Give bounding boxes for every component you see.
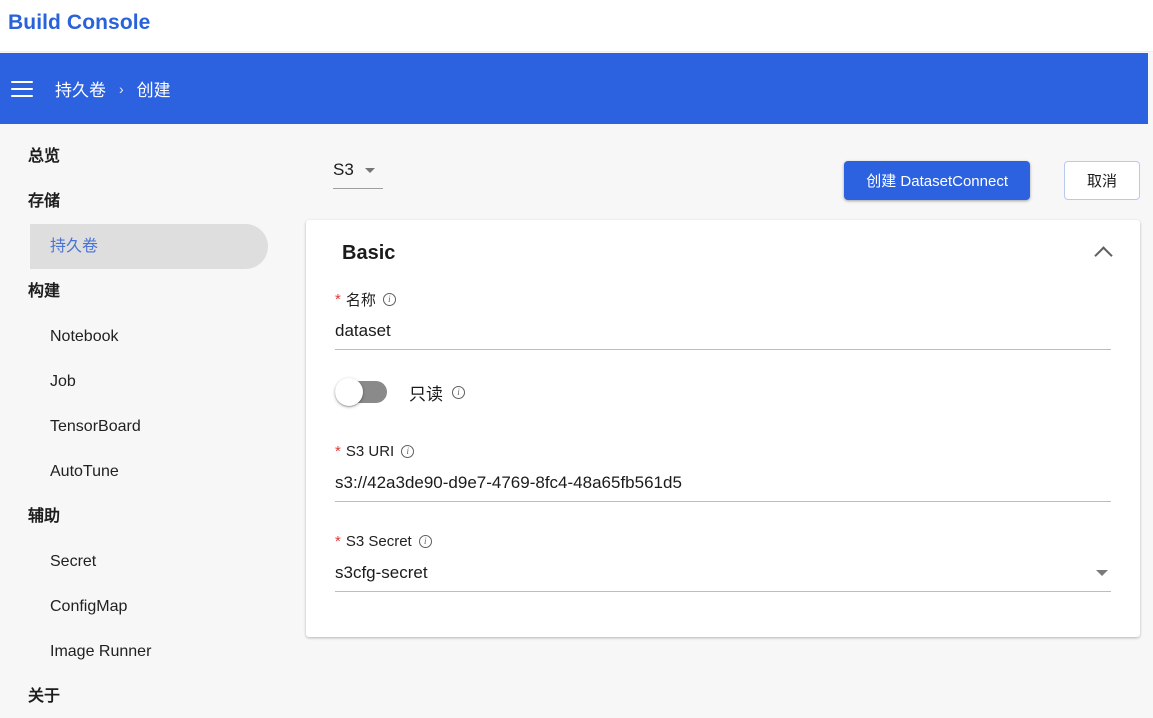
cancel-button[interactable]: 取消 — [1063, 161, 1140, 200]
sidebar-item-tensorboard[interactable]: TensorBoard — [0, 404, 290, 449]
readonly-label: 只读 i — [409, 380, 465, 405]
s3-uri-input-value: s3://42a3de90-d9e7-4769-8fc4-48a65fb561d… — [335, 472, 682, 492]
sidebar-item-persistent-volume[interactable]: 持久卷 — [30, 224, 268, 269]
card-title: Basic — [342, 241, 396, 264]
sidebar-group-about[interactable]: 关于 — [0, 674, 290, 718]
card-body: * 名称 i dataset 只读 i * S3 URI i s3://42a3… — [306, 286, 1140, 592]
sidebar-item-job[interactable]: Job — [0, 359, 290, 404]
sidebar-item-autotune[interactable]: AutoTune — [0, 449, 290, 494]
hamburger-line — [11, 94, 33, 97]
required-marker: * — [335, 442, 341, 460]
name-input-value: dataset — [335, 320, 391, 340]
s3-uri-input[interactable]: s3://42a3de90-d9e7-4769-8fc4-48a65fb561d… — [335, 464, 1111, 502]
top-navigation-bar: 持久卷 › 创建 — [0, 53, 1148, 124]
caret-down-icon — [364, 167, 375, 173]
field-s3-secret-label-text: S3 Secret — [345, 532, 412, 550]
field-s3-uri: * S3 URI i s3://42a3de90-d9e7-4769-8fc4-… — [335, 438, 1111, 502]
field-name: * 名称 i dataset — [335, 286, 1111, 350]
brand-title: Build Console — [8, 11, 151, 34]
breadcrumb-item-persistent-volume[interactable]: 持久卷 — [55, 76, 106, 101]
hamburger-icon[interactable] — [11, 80, 33, 97]
main-content: S3 创建 DatasetConnect 取消 Basic * 名称 i dat… — [290, 124, 1153, 718]
sidebar-group-build[interactable]: 构建 — [0, 269, 290, 314]
caret-down-icon — [1096, 569, 1108, 576]
storage-type-value: S3 — [333, 160, 354, 179]
action-row: S3 创建 DatasetConnect 取消 — [290, 124, 1153, 220]
app-root: Build Console 持久卷 › 创建 总览 存储 持久卷 构建 Note… — [0, 0, 1153, 718]
storage-type-select[interactable]: S3 — [333, 160, 383, 189]
chevron-up-icon[interactable] — [1094, 246, 1113, 265]
info-icon[interactable]: i — [418, 534, 432, 548]
field-readonly: 只读 i — [335, 370, 1111, 414]
required-marker: * — [335, 290, 341, 308]
card-header: Basic — [306, 220, 1140, 286]
hamburger-line — [11, 87, 33, 90]
s3-secret-select[interactable]: s3cfg-secret — [335, 554, 1111, 592]
field-name-label-text: 名称 — [345, 291, 376, 309]
toggle-knob — [335, 378, 363, 406]
info-icon[interactable]: i — [452, 385, 465, 399]
create-datasetconnect-button[interactable]: 创建 DatasetConnect — [844, 161, 1030, 200]
sidebar: 总览 存储 持久卷 构建 Notebook Job TensorBoard Au… — [0, 124, 290, 718]
field-name-label: * 名称 i — [335, 286, 1111, 312]
field-s3-uri-label: * S3 URI i — [335, 438, 1111, 464]
field-s3-secret: * S3 Secret i s3cfg-secret — [335, 528, 1111, 592]
sidebar-group-auxiliary[interactable]: 辅助 — [0, 494, 290, 539]
s3-secret-select-value: s3cfg-secret — [335, 562, 428, 582]
sidebar-group-overview[interactable]: 总览 — [0, 134, 290, 179]
sidebar-item-image-runner[interactable]: Image Runner — [0, 629, 290, 674]
sidebar-group-storage[interactable]: 存储 — [0, 179, 290, 224]
info-icon[interactable]: i — [401, 444, 415, 458]
chevron-right-icon: › — [119, 80, 124, 97]
basic-form-card: Basic * 名称 i dataset 只读 i * S3 URI i s3:… — [306, 220, 1140, 637]
breadcrumb-item-create: 创建 — [136, 81, 171, 100]
brand-bar: Build Console — [0, 0, 1153, 52]
readonly-toggle[interactable] — [335, 378, 387, 406]
sidebar-item-secret[interactable]: Secret — [0, 539, 290, 584]
field-s3-secret-label: * S3 Secret i — [335, 528, 1111, 554]
required-marker: * — [335, 532, 341, 550]
sidebar-item-configmap[interactable]: ConfigMap — [0, 584, 290, 629]
field-s3-uri-label-text: S3 URI — [345, 442, 395, 460]
name-input[interactable]: dataset — [335, 312, 1111, 350]
readonly-label-text: 只读 — [409, 384, 443, 404]
sidebar-item-notebook[interactable]: Notebook — [0, 314, 290, 359]
info-icon[interactable]: i — [382, 292, 396, 306]
hamburger-line — [11, 80, 33, 83]
